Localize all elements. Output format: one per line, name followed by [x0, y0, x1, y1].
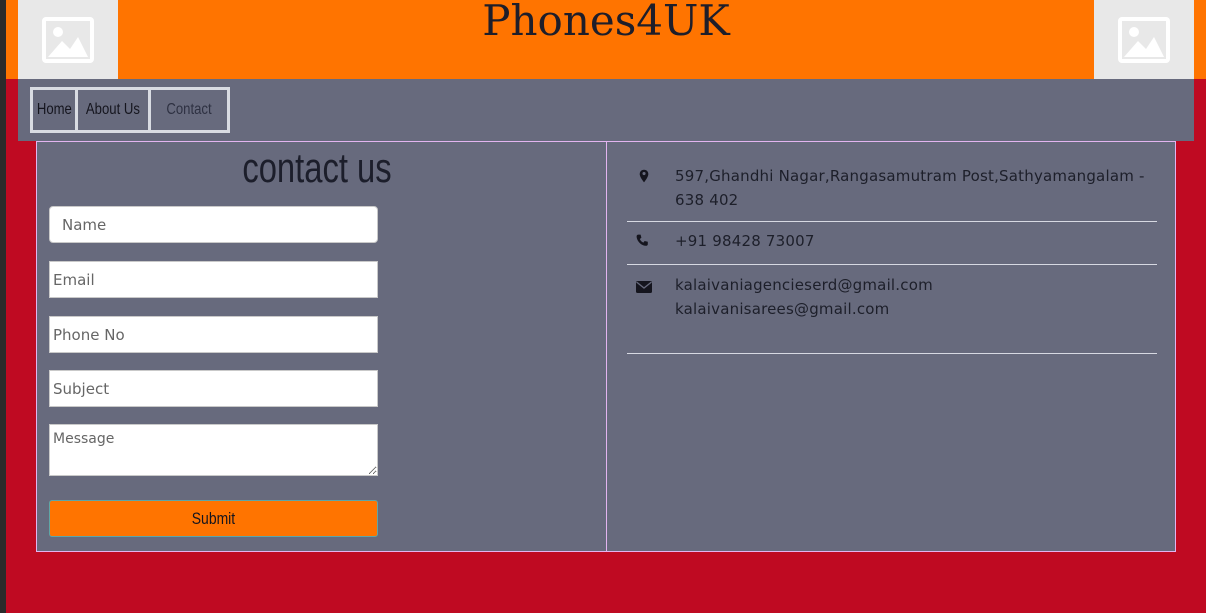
nav-item-label: About Us [86, 101, 140, 118]
nav-item-contact-us[interactable]: Contact us [151, 90, 227, 158]
phone-icon [636, 234, 648, 246]
nav-item-label: Home [36, 101, 72, 118]
phone-text: +91 98428 73007 [675, 232, 815, 250]
site-header: Phones4UK [6, 0, 1206, 79]
address-row: 597,Ghandhi Nagar,Rangasamutram Post,Sat… [627, 162, 1157, 222]
nav-menu: Home About Us Contact us [30, 87, 230, 158]
map-marker-icon [639, 169, 649, 183]
name-field[interactable] [49, 206, 378, 243]
message-field[interactable] [49, 424, 378, 476]
submit-button[interactable]: Submit [49, 500, 378, 537]
email-row: kalaivaniagencieserd@gmail.com kalaivani… [627, 265, 1157, 354]
image-placeholder-icon [1118, 16, 1170, 63]
email-address-1[interactable]: kalaivaniagencieserd@gmail.com [675, 273, 1155, 297]
nav-item-about-us[interactable]: About Us [78, 90, 148, 130]
left-logo [18, 0, 118, 79]
contact-info-panel: 597,Ghandhi Nagar,Rangasamutram Post,Sat… [606, 141, 1176, 552]
image-placeholder-icon [42, 16, 94, 63]
nav-item-home[interactable]: Home [33, 90, 75, 130]
site-title: Phones4UK [482, 0, 730, 45]
email-address-2[interactable]: kalaivanisarees@gmail.com [675, 297, 1155, 321]
email-text: kalaivaniagencieserd@gmail.com kalaivani… [675, 273, 1155, 321]
subject-field[interactable] [49, 370, 378, 407]
address-text: 597,Ghandhi Nagar,Rangasamutram Post,Sat… [675, 167, 1145, 209]
submit-label: Submit [191, 508, 236, 528]
contact-heading: contact us [242, 144, 392, 191]
phone-row: +91 98428 73007 [627, 222, 1157, 265]
main-nav: Home About Us Contact us [18, 79, 1194, 158]
phone-field[interactable] [49, 316, 378, 353]
right-logo [1094, 0, 1194, 79]
contact-form-panel: contact us Submit [36, 141, 607, 552]
envelope-icon [636, 281, 652, 293]
left-edge-strip [0, 0, 6, 613]
email-field[interactable] [49, 261, 378, 298]
